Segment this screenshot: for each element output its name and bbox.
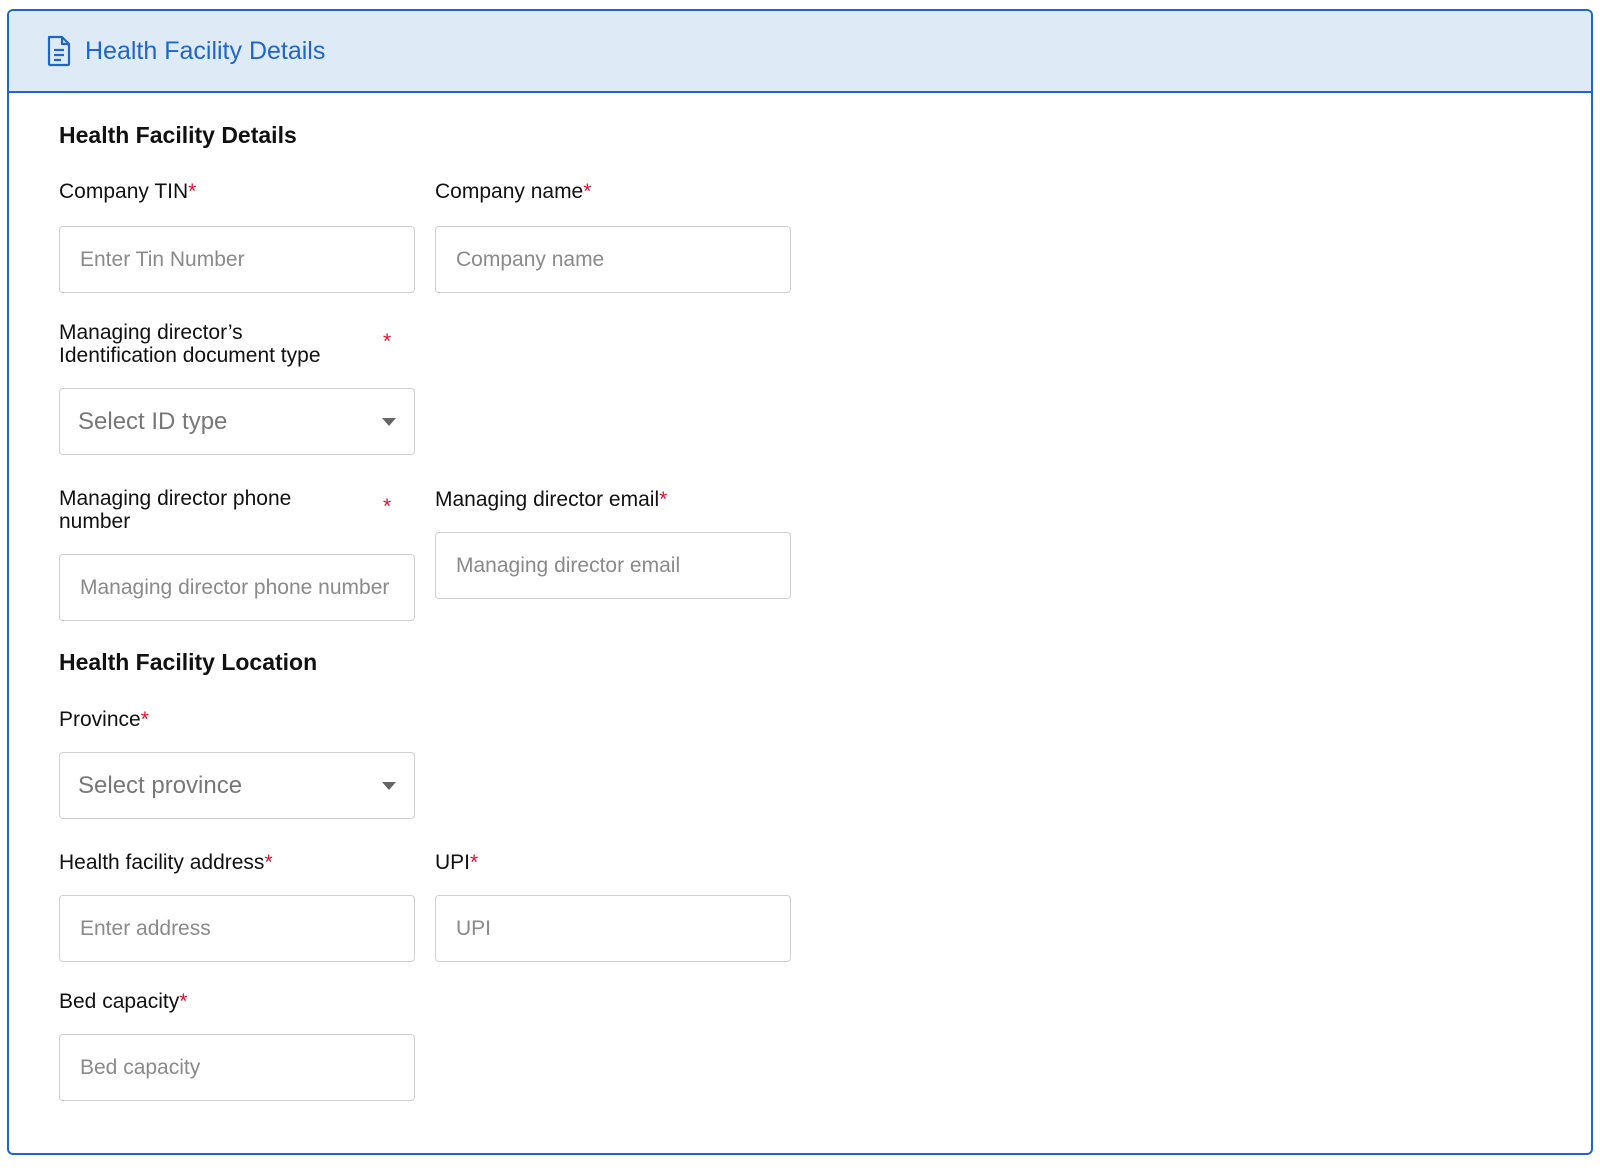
page-title: Health Facility Details xyxy=(85,36,326,65)
bed-capacity-label: Bed capacity* xyxy=(59,990,188,1013)
province-select-value: Select province xyxy=(78,771,243,799)
company-tin-input[interactable] xyxy=(59,226,415,293)
id-doc-type-label: Managing director’s Identification docum… xyxy=(59,321,321,367)
company-name-label: Company name* xyxy=(435,180,592,203)
card-header: Health Facility Details xyxy=(9,11,1591,93)
required-marker: * xyxy=(659,488,668,511)
id-type-select[interactable]: Select ID type xyxy=(59,388,415,455)
caret-down-icon xyxy=(382,781,396,790)
md-phone-input[interactable] xyxy=(59,554,415,621)
required-marker: * xyxy=(470,851,479,874)
address-label: Health facility address* xyxy=(59,851,273,874)
province-label: Province* xyxy=(59,708,149,731)
required-marker: * xyxy=(140,708,149,731)
id-type-select-value: Select ID type xyxy=(78,407,228,435)
md-email-input[interactable] xyxy=(435,532,791,599)
caret-down-icon xyxy=(382,417,396,426)
document-icon xyxy=(45,35,73,67)
upi-input[interactable] xyxy=(435,895,791,962)
section-title-details: Health Facility Details xyxy=(59,122,297,148)
required-marker: * xyxy=(583,180,592,203)
required-marker: * xyxy=(383,495,392,518)
required-marker: * xyxy=(179,990,188,1013)
address-input[interactable] xyxy=(59,895,415,962)
upi-label: UPI* xyxy=(435,851,479,874)
md-phone-label: Managing director phone number xyxy=(59,487,292,533)
required-marker: * xyxy=(188,180,197,203)
required-marker: * xyxy=(264,851,273,874)
section-title-location: Health Facility Location xyxy=(59,649,318,675)
company-name-input[interactable] xyxy=(435,226,791,293)
province-select[interactable]: Select province xyxy=(59,752,415,819)
bed-capacity-input[interactable] xyxy=(59,1034,415,1101)
md-email-label: Managing director email* xyxy=(435,488,668,511)
company-tin-label: Company TIN* xyxy=(59,180,197,203)
required-marker: * xyxy=(383,330,392,353)
